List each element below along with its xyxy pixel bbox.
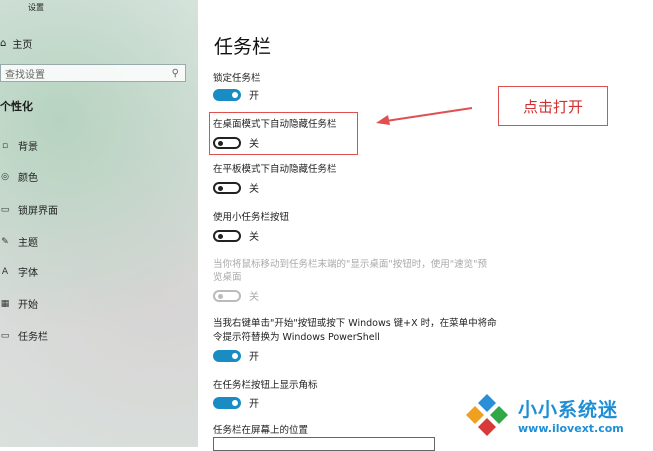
picture-icon: ▫ xyxy=(1,140,9,151)
setting-label-position: 任务栏在屏幕上的位置 xyxy=(213,425,309,436)
settings-main: 任务栏 锁定任务栏 开 在桌面模式下自动隐藏任务栏 关 在平板模式下自动隐藏任务… xyxy=(198,0,653,447)
sidebar-item-start[interactable]: ▦ 开始 xyxy=(0,296,38,312)
toggle-state: 关 xyxy=(249,232,259,243)
toggle-switch[interactable] xyxy=(213,181,241,194)
watermark: 小小系统迷 www.ilovext.com xyxy=(462,392,624,438)
sidebar-item-fonts[interactable]: A 字体 xyxy=(0,264,38,280)
sidebar-item-themes[interactable]: ✎ 主题 xyxy=(0,234,38,250)
sidebar-item-colors[interactable]: ◎ 颜色 xyxy=(0,169,38,185)
search-input[interactable]: 查找设置 ⚲ xyxy=(0,64,186,82)
sidebar-item-label: 背景 xyxy=(18,142,38,153)
setting-label-powershell-line2: 令提示符替换为 Windows PowerShell xyxy=(213,332,380,343)
watermark-name: 小小系统迷 xyxy=(518,399,619,421)
setting-label-peek-line1: 当你将鼠标移动到任务栏末端的"显示桌面"按钮时，使用"速览"预 xyxy=(213,259,487,270)
setting-label-powershell-line1: 当我右键单击"开始"按钮或按下 Windows 键+X 时，在菜单中将命 xyxy=(213,318,497,329)
toggle-switch[interactable] xyxy=(213,229,241,242)
toggle-state: 开 xyxy=(249,91,259,102)
window-title: 设置 xyxy=(28,3,44,12)
sidebar-item-label: 任务栏 xyxy=(18,332,48,343)
sidebar-item-label: 主题 xyxy=(18,238,38,249)
setting-label-badges: 在任务栏按钮上显示角标 xyxy=(213,380,318,391)
page-title: 任务栏 xyxy=(214,36,272,58)
settings-sidebar: 设置 ⌂ 主页 查找设置 ⚲ 个性化 ▫ 背景 ◎ 颜色 ▭ 锁屏界面 ✎ 主题… xyxy=(0,0,198,447)
theme-icon: ✎ xyxy=(1,236,9,247)
taskbar-position-dropdown[interactable] xyxy=(213,437,435,451)
toggle-state: 开 xyxy=(249,352,259,363)
setting-label-autohide-tablet: 在平板模式下自动隐藏任务栏 xyxy=(213,164,337,175)
section-title: 个性化 xyxy=(0,100,33,113)
toggle-lock-taskbar[interactable]: 开 xyxy=(213,87,259,102)
sidebar-item-lockscreen[interactable]: ▭ 锁屏界面 xyxy=(0,202,58,218)
arrow-line xyxy=(385,107,473,122)
sidebar-item-label: 开始 xyxy=(18,300,38,311)
palette-icon: ◎ xyxy=(1,171,9,182)
home-icon: ⌂ xyxy=(0,38,7,49)
toggle-switch[interactable] xyxy=(213,88,241,101)
toggle-switch[interactable] xyxy=(213,396,241,409)
home-label: 主页 xyxy=(12,40,33,51)
lock-screen-icon: ▭ xyxy=(0,204,10,215)
toggle-state: 关 xyxy=(249,184,259,195)
watermark-url: www.ilovext.com xyxy=(518,422,624,435)
toggle-switch[interactable] xyxy=(213,349,241,362)
toggle-peek: 关 xyxy=(213,288,259,303)
toggle-state: 关 xyxy=(249,292,259,303)
toggle-state: 开 xyxy=(249,399,259,410)
toggle-switch xyxy=(213,289,241,302)
annotation-arrow xyxy=(376,107,473,125)
toggle-small-buttons[interactable]: 关 xyxy=(213,228,259,243)
sidebar-item-background[interactable]: ▫ 背景 xyxy=(0,138,38,154)
font-icon: A xyxy=(1,266,9,277)
toggle-powershell[interactable]: 开 xyxy=(213,348,259,363)
annotation-callout: 点击打开 xyxy=(498,86,608,126)
watermark-logo-icon xyxy=(466,394,508,436)
taskbar-icon: ▭ xyxy=(0,330,10,341)
toggle-autohide-tablet[interactable]: 关 xyxy=(213,180,259,195)
setting-label-lock-taskbar: 锁定任务栏 xyxy=(213,73,261,84)
sidebar-item-label: 颜色 xyxy=(18,173,38,184)
sidebar-item-label: 锁屏界面 xyxy=(18,206,58,217)
arrow-head xyxy=(376,115,390,125)
start-icon: ▦ xyxy=(0,298,10,309)
search-placeholder: 查找设置 xyxy=(5,69,45,81)
search-icon: ⚲ xyxy=(171,67,179,79)
setting-label-peek-line2: 览桌面 xyxy=(213,272,242,283)
home-nav-item[interactable]: ⌂ 主页 xyxy=(0,36,32,51)
setting-label-small-buttons: 使用小任务栏按钮 xyxy=(213,212,290,223)
annotation-highlight-box xyxy=(209,112,358,155)
toggle-badges[interactable]: 开 xyxy=(213,395,259,410)
sidebar-item-taskbar[interactable]: ▭ 任务栏 xyxy=(0,328,48,344)
sidebar-item-label: 字体 xyxy=(18,268,38,279)
